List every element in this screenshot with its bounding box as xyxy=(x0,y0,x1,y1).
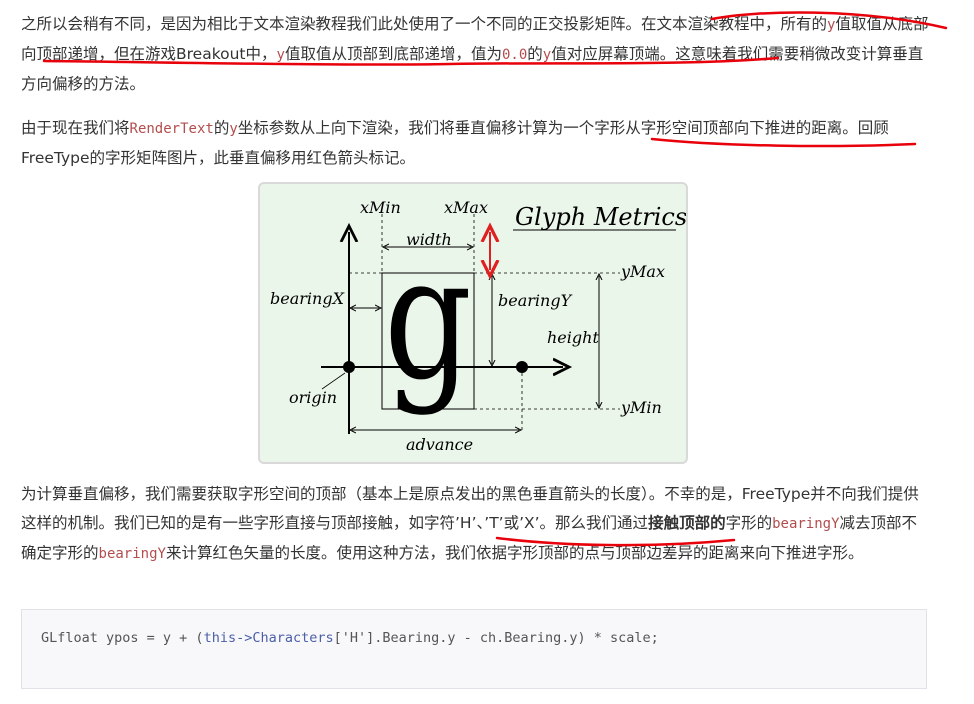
glyph-g: g xyxy=(384,220,472,418)
p2-code-y: y xyxy=(229,121,238,137)
p1-text-a: 之所以会稍有不同，是因为相比于文本渲染教程我们此处使用了一个不同的正交投影矩阵。… xyxy=(21,15,828,33)
p1-code-y-3: y xyxy=(542,47,552,63)
paragraph-vertical-offset: 由于现在我们将RenderText的y坐标参数从上向下渲染，我们将垂直偏移计算为… xyxy=(21,114,931,173)
origin-point xyxy=(343,361,355,373)
p2-text-b: 的 xyxy=(213,119,230,137)
label-bearingy: bearingY xyxy=(498,291,573,310)
p3-code-bearingy: bearingY xyxy=(772,516,840,532)
p1-code-y-2: y xyxy=(276,47,285,63)
glyph-metrics-figure: Glyph Metrics g xMin xMax width bearingX… xyxy=(258,182,688,464)
label-xmin: xMin xyxy=(360,198,401,217)
label-ymax: yMax xyxy=(620,262,665,281)
glyph-metrics-diagram: Glyph Metrics g xMin xMax width bearingX… xyxy=(270,198,686,454)
origin-pointer xyxy=(321,372,346,390)
label-ymin: yMin xyxy=(620,398,662,417)
paragraph-orthographic-difference: 之所以会稍有不同，是因为相比于文本渲染教程我们此处使用了一个不同的正交投影矩阵。… xyxy=(21,10,931,99)
p1-text-c: 值取值从顶部到底部递增，值为 xyxy=(284,45,502,63)
code-line[interactable]: GLfloat ypos = y + (this->Characters['H'… xyxy=(41,630,659,646)
code-part1: GLfloat ypos = y + ( xyxy=(41,630,204,646)
advance-point xyxy=(516,361,528,373)
label-advance: advance xyxy=(406,435,473,454)
label-origin: origin xyxy=(289,388,337,407)
code-part2: ['H'].Bearing.y - ch.Bearing.y) * scale; xyxy=(333,630,659,646)
code-block[interactable]: GLfloat ypos = y + (this->Characters['H'… xyxy=(21,609,927,689)
code-member: Characters xyxy=(252,630,334,646)
p2-text-a: 由于现在我们将 xyxy=(21,119,130,137)
figure-title: Glyph Metrics xyxy=(515,203,686,231)
p1-text-d: 的 xyxy=(527,45,543,63)
label-height: height xyxy=(547,328,599,347)
paragraph-compute-offset: 为计算垂直偏移，我们需要获取字形空间的顶部（基本上是原点发出的黑色垂直箭头的长度… xyxy=(21,480,931,569)
code-this-keyword: this xyxy=(203,630,237,646)
p3-code-bearingy-2: bearingY xyxy=(98,546,166,562)
label-xmax: xMax xyxy=(444,198,488,217)
label-bearingx: bearingX xyxy=(270,289,345,308)
label-width: width xyxy=(406,230,452,249)
p3-text-b: 字形的 xyxy=(725,514,773,532)
p3-bold: 接触顶部的 xyxy=(648,514,726,532)
p2-code-rendertext: RenderText xyxy=(129,121,214,137)
p3-text-d: 来计算红色矢量的长度。使用这种方法，我们依据字形顶部的点与顶部边差异的距离来向下… xyxy=(165,544,864,562)
code-arrow-operator: -> xyxy=(236,630,253,646)
p1-code-zero: 0.0 xyxy=(501,47,528,63)
